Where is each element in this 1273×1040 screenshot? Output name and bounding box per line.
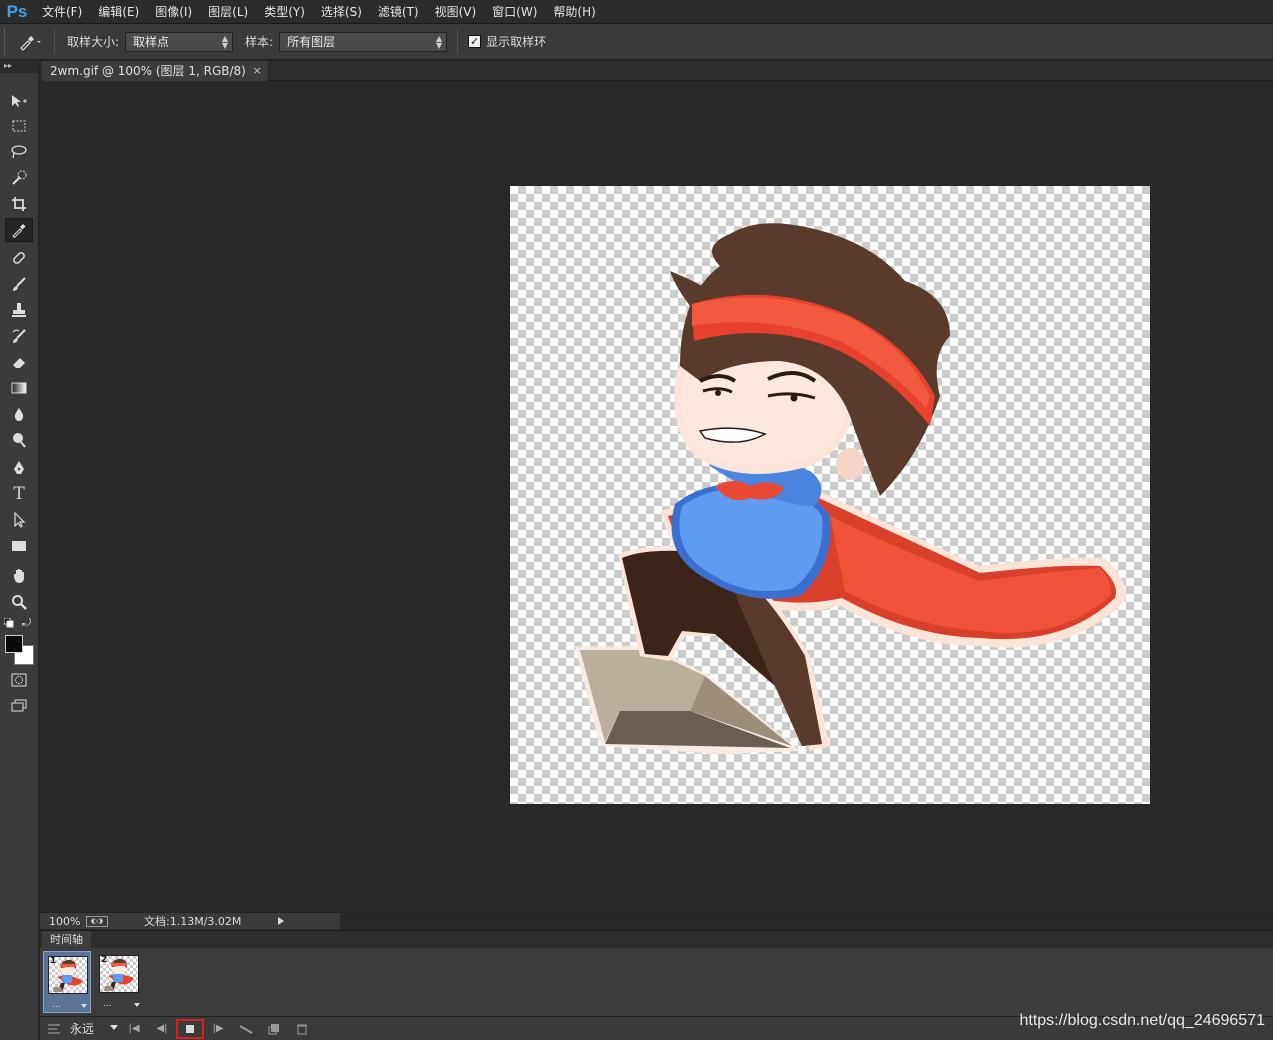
lasso-tool-icon[interactable] (5, 140, 33, 164)
document-info: 文档:1.13M/3.02M (144, 915, 242, 928)
sample-size-value: 取样点 (133, 35, 170, 49)
timeline-panel-header: 时间轴 (40, 930, 1273, 949)
menu-help[interactable]: 帮助(H) (545, 0, 603, 24)
timeline-convert-icon[interactable] (40, 1019, 68, 1039)
status-menu-arrow-icon[interactable] (278, 917, 284, 925)
screen-mode-icon[interactable] (5, 694, 33, 718)
options-bar: 取样大小: 取样点 ▲ ▼ 样本: 所有图层 ▲ ▼ ✓ 显示取样环 (0, 24, 1273, 60)
duplicate-frame-icon[interactable] (260, 1019, 288, 1039)
sample-select[interactable]: 所有图层 ▲ ▼ (279, 31, 448, 52)
tool-preset-picker[interactable] (12, 28, 48, 56)
move-tool-icon[interactable] (5, 89, 33, 113)
document-tab-bar: 2wm.gif @ 100% (图层 1, RGB/8) × (40, 61, 1273, 81)
document-tab[interactable]: 2wm.gif @ 100% (图层 1, RGB/8) × (42, 61, 269, 81)
next-frame-icon[interactable]: |▶ (204, 1019, 232, 1039)
type-tool-icon[interactable]: T (5, 482, 33, 506)
menu-file[interactable]: 文件(F) (34, 0, 90, 24)
status-bar-empty (340, 913, 1273, 929)
timeline-frames: 1 ... 2 ... (40, 948, 1273, 1016)
sample-size-label: 取样大小: (67, 35, 120, 49)
eraser-tool-icon[interactable] (5, 350, 33, 374)
gradient-tool-icon[interactable] (5, 376, 33, 400)
menu-filter[interactable]: 滤镜(T) (370, 0, 427, 24)
menu-select[interactable]: 选择(S) (313, 0, 370, 24)
blur-tool-icon[interactable] (5, 402, 33, 426)
loop-value: 永远 (70, 1022, 95, 1036)
loop-options-select[interactable]: 永远 (68, 1020, 120, 1037)
select-arrows-icon: ▲ ▼ (435, 33, 443, 50)
document-tab-title: 2wm.gif @ 100% (图层 1, RGB/8) (50, 64, 246, 78)
marquee-tool-icon[interactable] (5, 114, 33, 138)
zoom-level[interactable]: 100% (40, 915, 86, 928)
frame-number: 2 (101, 955, 108, 965)
quick-selection-tool-icon[interactable] (5, 166, 33, 190)
quick-mask-icon[interactable] (5, 668, 33, 692)
tween-icon[interactable] (232, 1019, 260, 1039)
toolbox: ▸▸ T ⤾ (0, 61, 39, 1040)
frame-delay[interactable]: ... (52, 1000, 61, 1010)
previous-frame-icon[interactable]: ◀| (148, 1019, 176, 1039)
frame-delay-dropdown-icon[interactable] (134, 1003, 140, 1007)
timeline-tab[interactable]: 时间轴 (42, 931, 91, 949)
menu-image[interactable]: 图像(I) (147, 0, 200, 24)
options-grip[interactable] (4, 27, 12, 56)
menu-type[interactable]: 类型(Y) (256, 0, 313, 24)
delete-frame-icon[interactable] (288, 1019, 316, 1039)
timeline-frame[interactable]: 2 ... (95, 951, 143, 1013)
separator (457, 29, 459, 54)
sample-size-select[interactable]: 取样点 ▲ ▼ (125, 31, 234, 52)
show-ring-label: 显示取样环 (486, 35, 547, 49)
frame-delay[interactable]: ... (103, 999, 112, 1009)
pen-tool-icon[interactable] (5, 456, 33, 480)
default-colors-icon[interactable] (3, 617, 14, 628)
share-icon[interactable]: ◐◑ (86, 915, 108, 927)
sample-value: 所有图层 (287, 35, 336, 49)
menu-view[interactable]: 视图(V) (427, 0, 485, 24)
crop-tool-icon[interactable] (5, 192, 33, 216)
watermark-text: https://blog.csdn.net/qq_24696571 (1019, 1012, 1265, 1029)
timeline-frame[interactable]: 1 ... (43, 951, 91, 1013)
stop-button[interactable] (176, 1018, 204, 1039)
status-bar: 100% ◐◑ 文档:1.13M/3.02M (40, 912, 1273, 929)
eyedropper-icon (20, 35, 41, 51)
menu-layer[interactable]: 图层(L) (200, 0, 256, 24)
hand-tool-icon[interactable] (5, 564, 33, 588)
canvas-workarea[interactable] (40, 82, 1273, 912)
path-selection-tool-icon[interactable] (5, 508, 33, 532)
eyedropper-tool-icon[interactable] (5, 218, 33, 242)
show-ring-checkbox[interactable]: ✓ (468, 35, 482, 48)
select-arrows-icon: ▲ ▼ (221, 33, 229, 50)
close-tab-icon[interactable]: × (253, 61, 262, 81)
menu-bar: Ps 文件(F) 编辑(E) 图像(I) 图层(L) 类型(Y) 选择(S) 滤… (0, 0, 1273, 24)
healing-brush-tool-icon[interactable] (5, 246, 33, 270)
clone-stamp-tool-icon[interactable] (5, 298, 33, 322)
photoshop-window: Ps 文件(F) 编辑(E) 图像(I) 图层(L) 类型(Y) 选择(S) 滤… (0, 0, 1273, 1040)
image-canvas[interactable] (510, 186, 1150, 804)
frame-number: 1 (50, 956, 57, 966)
cartoon-hero-image (575, 223, 1126, 754)
sample-label: 样本: (245, 35, 274, 49)
menu-edit[interactable]: 编辑(E) (90, 0, 147, 24)
rectangle-tool-icon[interactable] (5, 534, 33, 558)
first-frame-icon[interactable]: |◀ (120, 1019, 148, 1039)
frame-delay-dropdown-icon[interactable] (81, 1004, 87, 1008)
menu-window[interactable]: 窗口(W) (484, 0, 545, 24)
stop-icon (186, 1024, 194, 1033)
chevron-down-icon (110, 1025, 118, 1030)
separator (54, 29, 55, 54)
history-brush-tool-icon[interactable] (5, 324, 33, 348)
ps-logo: Ps (6, 1, 28, 21)
dodge-tool-icon[interactable] (5, 428, 33, 452)
toolbox-collapse-icon[interactable]: ▸▸ (0, 61, 38, 73)
swap-colors-icon[interactable]: ⤾ (22, 616, 31, 630)
brush-tool-icon[interactable] (5, 272, 33, 296)
foreground-color-swatch[interactable] (5, 635, 23, 653)
zoom-tool-icon[interactable] (5, 590, 33, 614)
